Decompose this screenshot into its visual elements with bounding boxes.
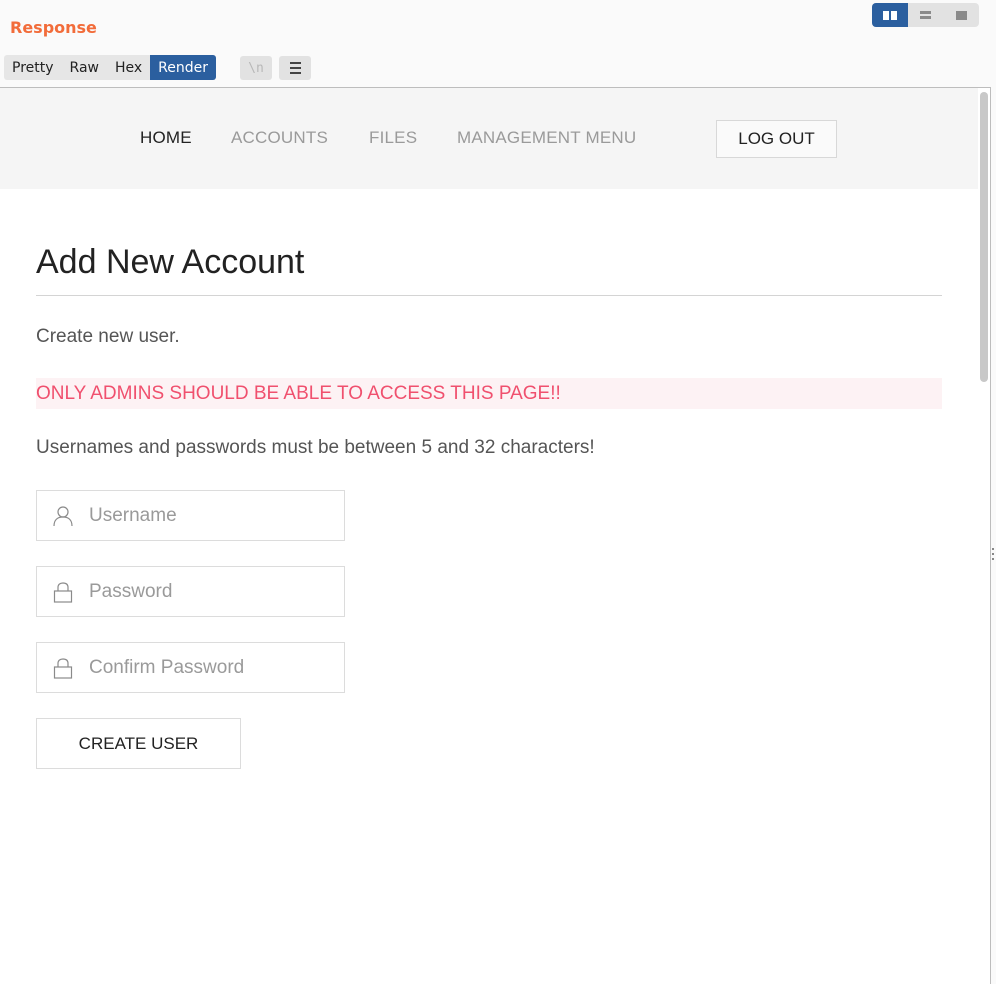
layout-toggle-group [872, 3, 979, 27]
page-title: Add New Account [36, 243, 305, 281]
tab-pretty[interactable]: Pretty [4, 55, 62, 80]
tab-raw[interactable]: Raw [62, 55, 107, 80]
nav-management-menu[interactable]: MANAGEMENT MENU [457, 128, 636, 148]
layout-side-by-side-button[interactable] [872, 3, 908, 27]
logout-button[interactable]: LOG OUT [716, 120, 837, 158]
options-menu-button[interactable] [279, 56, 311, 80]
page-description: Create new user. [36, 326, 180, 347]
hamburger-icon [289, 62, 301, 74]
heading-divider [36, 295, 942, 296]
site-navbar: HOME ACCOUNTS FILES MANAGEMENT MENU LOG … [0, 88, 978, 189]
newline-toggle-button[interactable]: \n [240, 56, 272, 80]
columns-icon [882, 10, 897, 20]
response-panel-title: Response [10, 18, 97, 37]
username-input[interactable] [89, 504, 339, 527]
admin-warning: ONLY ADMINS SHOULD BE ABLE TO ACCESS THI… [36, 378, 942, 409]
lock-icon [37, 643, 89, 692]
pane-resize-handle[interactable] [992, 548, 995, 560]
create-user-button[interactable]: CREATE USER [36, 718, 241, 769]
confirm-password-field [36, 642, 345, 693]
tab-render[interactable]: Render [150, 55, 217, 80]
username-field [36, 490, 345, 541]
nav-home[interactable]: HOME [140, 128, 192, 148]
confirm-password-input[interactable] [89, 656, 339, 679]
layout-single-button[interactable] [943, 3, 979, 27]
password-input[interactable] [89, 580, 339, 603]
nav-accounts[interactable]: ACCOUNTS [231, 128, 328, 148]
nav-files[interactable]: FILES [369, 128, 417, 148]
render-view: HOME ACCOUNTS FILES MANAGEMENT MENU LOG … [0, 87, 991, 984]
view-tabs: Pretty Raw Hex Render [4, 55, 217, 80]
vertical-scrollbar[interactable] [978, 88, 990, 984]
lock-icon [37, 567, 89, 616]
rows-icon [920, 11, 931, 19]
tab-hex[interactable]: Hex [107, 55, 150, 80]
password-field [36, 566, 345, 617]
layout-stacked-button[interactable] [908, 3, 944, 27]
scrollbar-thumb[interactable] [980, 92, 988, 382]
single-pane-icon [955, 10, 967, 20]
user-icon [37, 491, 89, 540]
credential-rules-text: Usernames and passwords must be between … [36, 437, 595, 458]
